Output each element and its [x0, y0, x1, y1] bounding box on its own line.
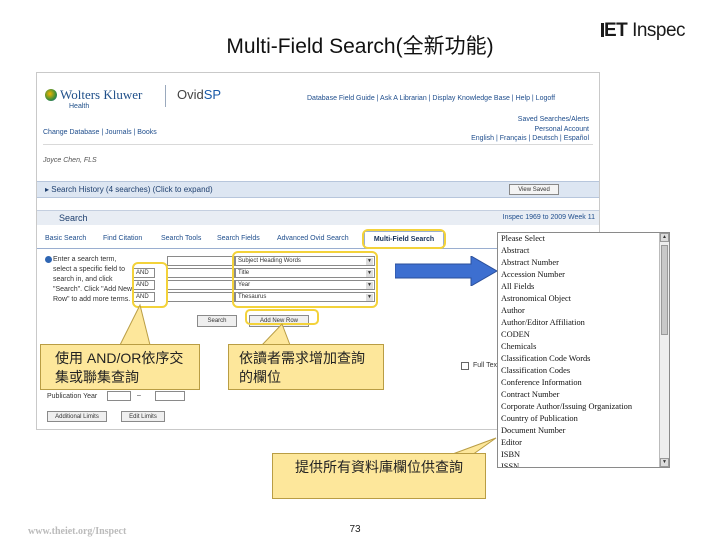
callout-operators: 使用 AND/OR依序交集或聯集查詢	[40, 344, 200, 390]
callout-add-row: 依讀者需求增加查詢的欄位	[228, 344, 384, 390]
callout-fields: 提供所有資料庫欄位供查詢	[272, 453, 486, 499]
page-number: 73	[349, 524, 361, 535]
footer-url: www.theiet.org/Inspect	[28, 526, 127, 537]
